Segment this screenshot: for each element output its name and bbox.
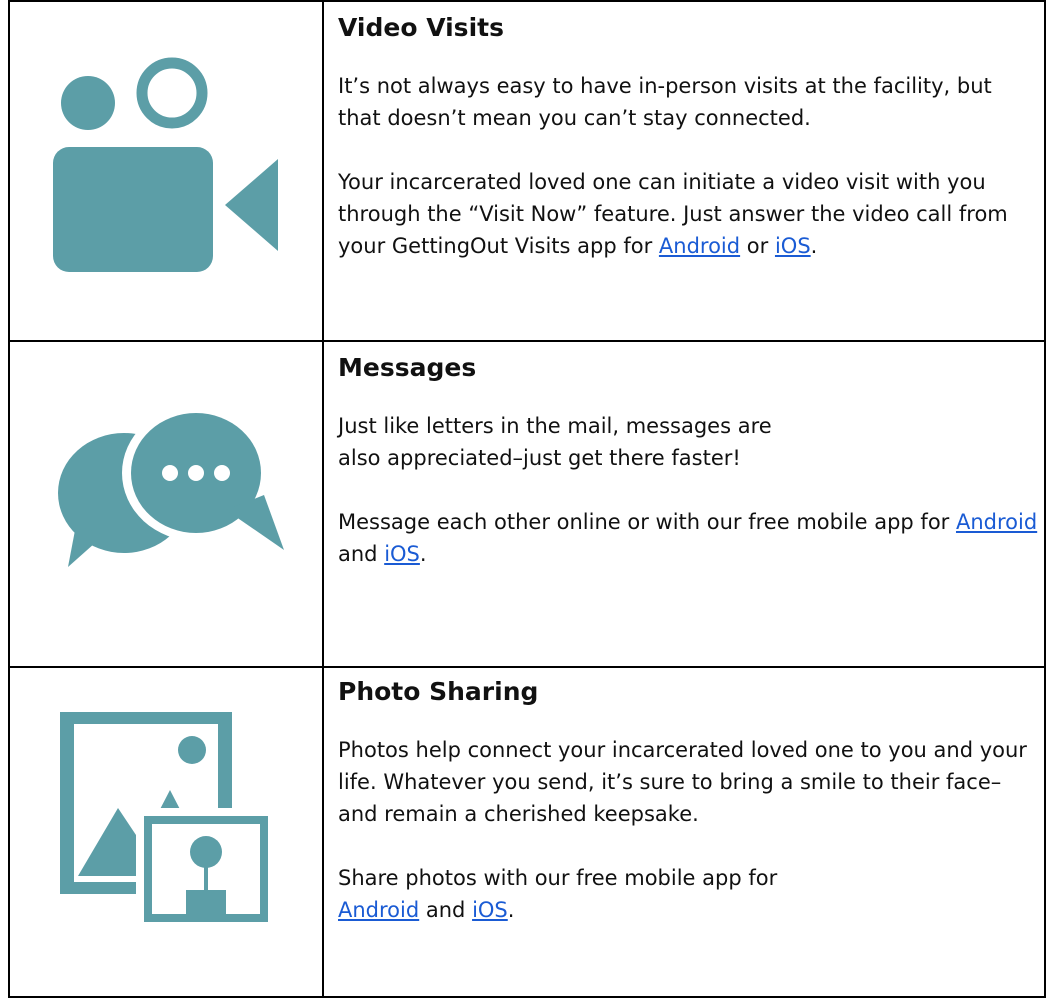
- row-divider: [8, 666, 1046, 668]
- paragraph-text: .: [507, 898, 515, 922]
- android-link[interactable]: Android: [956, 510, 1037, 534]
- paragraph-text: or: [740, 234, 775, 258]
- row-divider: [8, 340, 1046, 342]
- paragraph-text: Share photos with our free mobile app fo…: [338, 866, 778, 890]
- section-paragraph: Share photos with our free mobile app fo…: [338, 862, 808, 926]
- ios-link[interactable]: iOS: [472, 898, 508, 922]
- section-paragraph: Just like letters in the mail, messages …: [338, 414, 772, 470]
- paragraph-text: and: [338, 542, 385, 566]
- paragraph-text: and: [419, 898, 473, 922]
- section-title: Messages: [338, 353, 477, 382]
- column-divider: [322, 0, 324, 998]
- section-paragraph: It’s not always easy to have in-person v…: [338, 74, 992, 130]
- section-title: Photo Sharing: [338, 677, 539, 706]
- android-link[interactable]: Android: [338, 898, 419, 922]
- table-border-top: [8, 0, 1046, 2]
- section-paragraph: Message each other online or with our fr…: [338, 506, 1038, 570]
- section-paragraph: Photos help connect your incarcerated lo…: [338, 738, 1027, 826]
- section-paragraph: Your incarcerated loved one can initiate…: [338, 166, 1038, 262]
- video-camera-icon: [53, 57, 278, 272]
- table-border-left: [8, 0, 10, 998]
- photo-sharing-section: Photo Sharing Photos help connect your i…: [338, 676, 1038, 958]
- android-link[interactable]: Android: [659, 234, 740, 258]
- features-table: Video Visits It’s not always easy to hav…: [8, 0, 1046, 998]
- ios-link[interactable]: iOS: [775, 234, 811, 258]
- photo-sharing-icon: [60, 712, 276, 930]
- chat-bubbles-icon: [58, 405, 284, 567]
- table-border-bottom: [8, 996, 1046, 998]
- ios-link[interactable]: iOS: [384, 542, 420, 566]
- messages-section: Messages Just like letters in the mail, …: [338, 352, 1038, 602]
- paragraph-text: .: [810, 234, 818, 258]
- paragraph-text: .: [419, 542, 427, 566]
- section-title: Video Visits: [338, 13, 504, 42]
- video-visits-section: Video Visits It’s not always easy to hav…: [338, 12, 1038, 294]
- paragraph-text: Message each other online or with our fr…: [338, 510, 956, 534]
